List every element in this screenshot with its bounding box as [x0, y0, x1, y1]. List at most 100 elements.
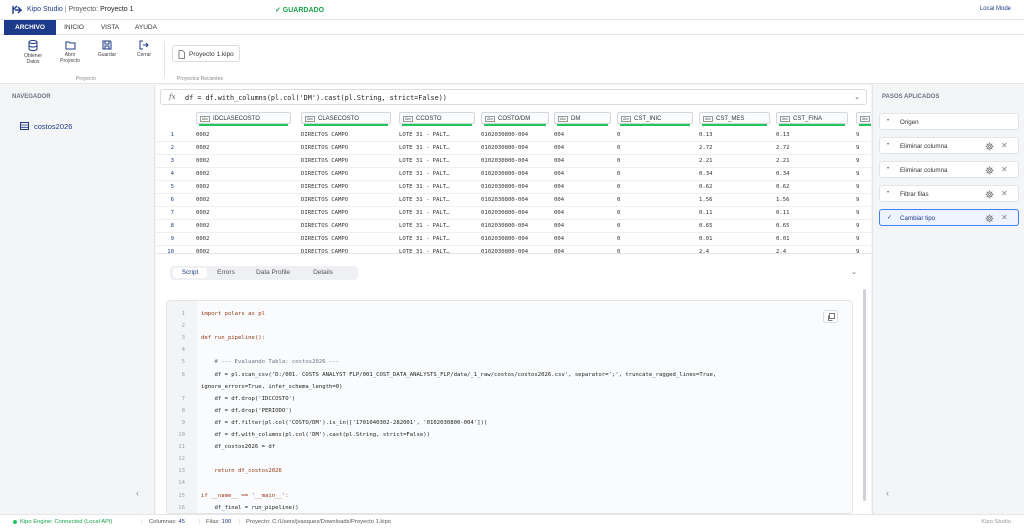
- table-cell: 2.4: [699, 248, 710, 254]
- table-cell: DIRECTOS CAMPO: [301, 131, 349, 138]
- chevron-down-icon[interactable]: ⌄: [851, 268, 857, 276]
- editor-scrollbar[interactable]: [863, 289, 866, 501]
- save-button[interactable]: Guardar: [92, 40, 122, 58]
- applied-step-label: Eliminar columna: [900, 143, 948, 150]
- applied-step[interactable]: ✓ Cambiar tipo ✕: [879, 209, 1019, 226]
- column-header[interactable]: Abc DM: [554, 112, 611, 126]
- code-line: def run_pipeline():: [201, 335, 265, 342]
- table-cell: 0.65: [776, 222, 790, 229]
- column-header[interactable]: Abc: [856, 112, 871, 126]
- row-number: 8: [170, 222, 174, 229]
- table-row[interactable]: 3 0002 DIRECTOS CAMPO LOTE 31 - PALT… 010203…: [156, 155, 871, 168]
- check-icon: ✓: [887, 215, 893, 221]
- table-cell: 0102030800-004: [481, 183, 529, 190]
- column-type-icon[interactable]: Abc: [485, 116, 496, 122]
- table-row[interactable]: 1 0002 DIRECTOS CAMPO LOTE 31 - PALT… 010203…: [156, 129, 871, 142]
- column-type-icon[interactable]: Abc: [403, 116, 414, 122]
- column-type-icon[interactable]: Abc: [200, 116, 211, 122]
- menu-tab-inicio[interactable]: INICIO: [58, 20, 90, 35]
- recent-project-card[interactable]: Proyecto 1.kipo: [172, 45, 240, 62]
- column-header[interactable]: Abc CCOSTO: [399, 112, 475, 126]
- column-type-icon[interactable]: Abc: [621, 116, 632, 122]
- table-cell: 0102030800-004: [481, 157, 529, 164]
- data-grid: Abc IDCLASECOSTO Abc CLASECOSTO Abc CCOSTO Abc…: [156, 109, 871, 254]
- column-type-icon[interactable]: Abc: [558, 116, 569, 122]
- chevron-down-icon[interactable]: ⌄: [854, 93, 860, 101]
- column-header[interactable]: Abc CST_FINA: [776, 112, 848, 126]
- copy-icon: [828, 313, 835, 321]
- row-number: 1: [170, 131, 174, 138]
- column-type-icon[interactable]: Abc: [780, 116, 791, 122]
- get-data-label: Obtener Datos: [23, 53, 43, 65]
- tab-details[interactable]: Details: [303, 268, 343, 278]
- copy-button[interactable]: [823, 310, 838, 323]
- collapse-steps-icon[interactable]: ‹: [886, 488, 889, 498]
- column-quality-bar: [199, 124, 288, 126]
- column-header[interactable]: Abc CST_MES: [699, 112, 770, 126]
- table-row[interactable]: 7 0002 DIRECTOS CAMPO LOTE 31 - PALT… 010203…: [156, 207, 871, 220]
- gear-icon[interactable]: [985, 214, 994, 223]
- column-type-icon[interactable]: Abc: [305, 116, 316, 122]
- applied-step[interactable]: • Filtrar filas ✕: [879, 185, 1019, 202]
- gear-icon[interactable]: [985, 190, 994, 199]
- column-type-icon[interactable]: Abc: [703, 116, 714, 122]
- column-header[interactable]: Abc COSTO/DM: [481, 112, 549, 126]
- table-cell: 9: [856, 235, 860, 242]
- close-icon[interactable]: ✕: [1001, 213, 1008, 222]
- table-row[interactable]: 6 0002 DIRECTOS CAMPO LOTE 31 - PALT… 010203…: [156, 194, 871, 207]
- status-divider: |: [199, 519, 201, 525]
- navigator-item-costos2026[interactable]: costos2026: [12, 119, 132, 133]
- table-cell: 2.72: [776, 144, 790, 151]
- collapse-navigator-icon[interactable]: ‹: [136, 488, 139, 498]
- table-row[interactable]: 5 0002 DIRECTOS CAMPO LOTE 31 - PALT… 010203…: [156, 181, 871, 194]
- tab-script[interactable]: Script: [173, 268, 207, 278]
- table-row[interactable]: 8 0002 DIRECTOS CAMPO LOTE 31 - PALT… 010203…: [156, 220, 871, 233]
- formula-expression[interactable]: df = df.with_columns(pl.col('DM').cast(p…: [185, 94, 447, 102]
- title-bar: Kipo Studio | Proyecto: Proyecto 1 ✓ GUA…: [0, 0, 1024, 20]
- menu-tab-ayuda[interactable]: AYUDA: [130, 20, 162, 35]
- formula-bar[interactable]: fx df = df.with_columns(pl.col('DM').cas…: [160, 89, 867, 105]
- column-header-label: DM: [571, 115, 581, 122]
- column-header-label: COSTO/DM: [498, 115, 531, 122]
- tab-data-profile[interactable]: Data Profile: [245, 268, 301, 278]
- table-row[interactable]: 9 0002 DIRECTOS CAMPO LOTE 31 - PALT… 010203…: [156, 233, 871, 246]
- line-number: 5: [181, 359, 185, 366]
- line-number: 2: [181, 323, 185, 330]
- gear-icon[interactable]: [985, 166, 994, 175]
- row-number: 5: [170, 183, 174, 190]
- applied-step[interactable]: • Eliminar columna ✕: [879, 161, 1019, 178]
- app-title: Kipo Studio | Proyecto: Proyecto 1: [27, 6, 134, 13]
- column-header[interactable]: Abc IDCLASECOSTO: [196, 112, 291, 126]
- table-cell: 004: [554, 157, 565, 164]
- tab-errors[interactable]: Errors: [209, 268, 243, 278]
- column-header[interactable]: Abc CLASECOSTO: [301, 112, 391, 126]
- table-row[interactable]: 2 0002 DIRECTOS CAMPO LOTE 31 - PALT… 010203…: [156, 142, 871, 155]
- applied-step[interactable]: • Eliminar columna ✕: [879, 137, 1019, 154]
- table-cell: 9: [856, 131, 860, 138]
- table-cell: 0.01: [776, 235, 790, 242]
- table-cell: 0002: [196, 209, 210, 216]
- line-number: 11: [178, 444, 185, 451]
- table-cell: 9: [856, 144, 860, 151]
- code-line: ignore_errors=True, infer_schema_length=…: [201, 383, 343, 390]
- open-project-button[interactable]: Abrir Proyecto: [55, 40, 85, 64]
- close-project-button[interactable]: Cerrar: [129, 40, 159, 58]
- close-icon[interactable]: ✕: [1001, 141, 1008, 150]
- code-line: df = df.drop('PERIODO'): [201, 407, 292, 414]
- menu-tab-vista[interactable]: VISTA: [94, 20, 126, 35]
- column-header[interactable]: Abc CST_INIC: [617, 112, 693, 126]
- table-row[interactable]: 4 0002 DIRECTOS CAMPO LOTE 31 - PALT… 010203…: [156, 168, 871, 181]
- script-editor[interactable]: 1234567891011121314151617import polars a…: [166, 300, 853, 514]
- menu-tab-archivo[interactable]: ARCHIVO: [4, 20, 56, 35]
- code-line: df = pl.scan_csv('D:/001. COSTS ANALYST …: [201, 371, 717, 378]
- gear-icon[interactable]: [985, 142, 994, 151]
- table-row[interactable]: 10 0002 DIRECTOS CAMPO LOTE 31 - PALT… 01020…: [156, 246, 871, 254]
- column-type-icon[interactable]: Abc: [860, 116, 871, 122]
- get-data-button[interactable]: Obtener Datos: [18, 40, 48, 65]
- close-icon[interactable]: ✕: [1001, 189, 1008, 198]
- table-cell: 0: [617, 196, 621, 203]
- applied-step[interactable]: • Origen: [879, 113, 1019, 130]
- table-cell: 2.72: [699, 144, 713, 151]
- table-cell: 0.13: [699, 131, 713, 138]
- close-icon[interactable]: ✕: [1001, 165, 1008, 174]
